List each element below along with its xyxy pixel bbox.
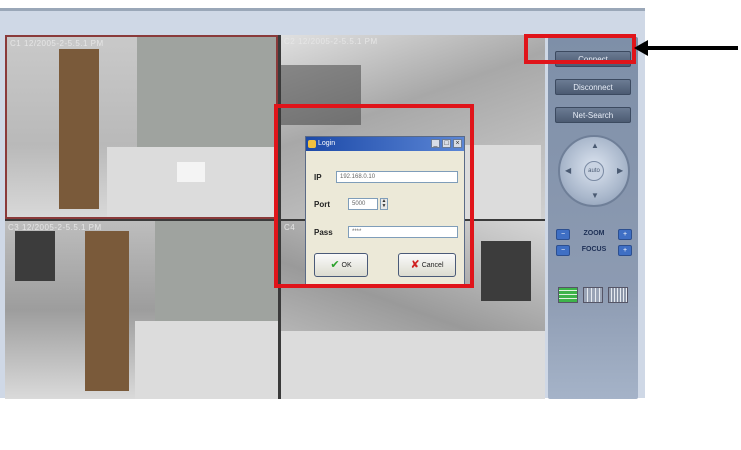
ptz-control[interactable]: ▲ ▼ ◀ ▶ auto (558, 135, 630, 207)
wall (155, 221, 278, 321)
page: C1 12/2005-2-5.5.1 PM C2 12/2005-2-5.5.1… (0, 0, 741, 450)
dialog-highlight-box (274, 104, 474, 288)
zoom-in-icon[interactable]: + (618, 229, 632, 240)
pan-left-icon[interactable]: ◀ (565, 166, 571, 175)
pointer-arrow-shaft (646, 46, 738, 50)
pointer-arrow-icon (634, 40, 648, 56)
floor (281, 331, 545, 399)
zoom-label: ZOOM (583, 230, 605, 237)
door (85, 231, 129, 391)
floor (107, 147, 276, 217)
pan-right-icon[interactable]: ▶ (617, 166, 623, 175)
camera-label-2: C2 12/2005-2-5.5.1 PM (284, 37, 378, 46)
layout-4-icon[interactable] (558, 287, 578, 303)
focus-in-icon[interactable]: + (618, 245, 632, 256)
zoom-control: − ZOOM + (556, 229, 632, 241)
net-search-button[interactable]: Net-Search (555, 107, 631, 123)
wall (137, 37, 276, 147)
pan-down-icon[interactable]: ▼ (591, 191, 599, 200)
layout-16-icon[interactable] (608, 287, 628, 303)
person (15, 231, 55, 281)
camera-label-1: C1 12/2005-2-5.5.1 PM (10, 39, 104, 48)
focus-label: FOCUS (581, 246, 607, 253)
camera-view-1[interactable]: C1 12/2005-2-5.5.1 PM (5, 35, 278, 219)
floor (135, 321, 278, 399)
control-panel: Connect Disconnect Net-Search ▲ ▼ ◀ ▶ au… (548, 37, 638, 399)
camera-label-3: C3 12/2005-2-5.5.1 PM (8, 223, 102, 232)
pan-up-icon[interactable]: ▲ (591, 141, 599, 150)
door (59, 49, 99, 209)
camera-view-3[interactable]: C3 12/2005-2-5.5.1 PM (5, 221, 278, 399)
connect-highlight-box (524, 34, 636, 64)
focus-out-icon[interactable]: − (556, 245, 570, 256)
zoom-out-icon[interactable]: − (556, 229, 570, 240)
shadow (481, 241, 531, 301)
focus-control: − FOCUS + (556, 245, 632, 257)
paper (177, 162, 205, 182)
ptz-center-button[interactable]: auto (584, 161, 604, 181)
disconnect-button[interactable]: Disconnect (555, 79, 631, 95)
layout-9-icon[interactable] (583, 287, 603, 303)
